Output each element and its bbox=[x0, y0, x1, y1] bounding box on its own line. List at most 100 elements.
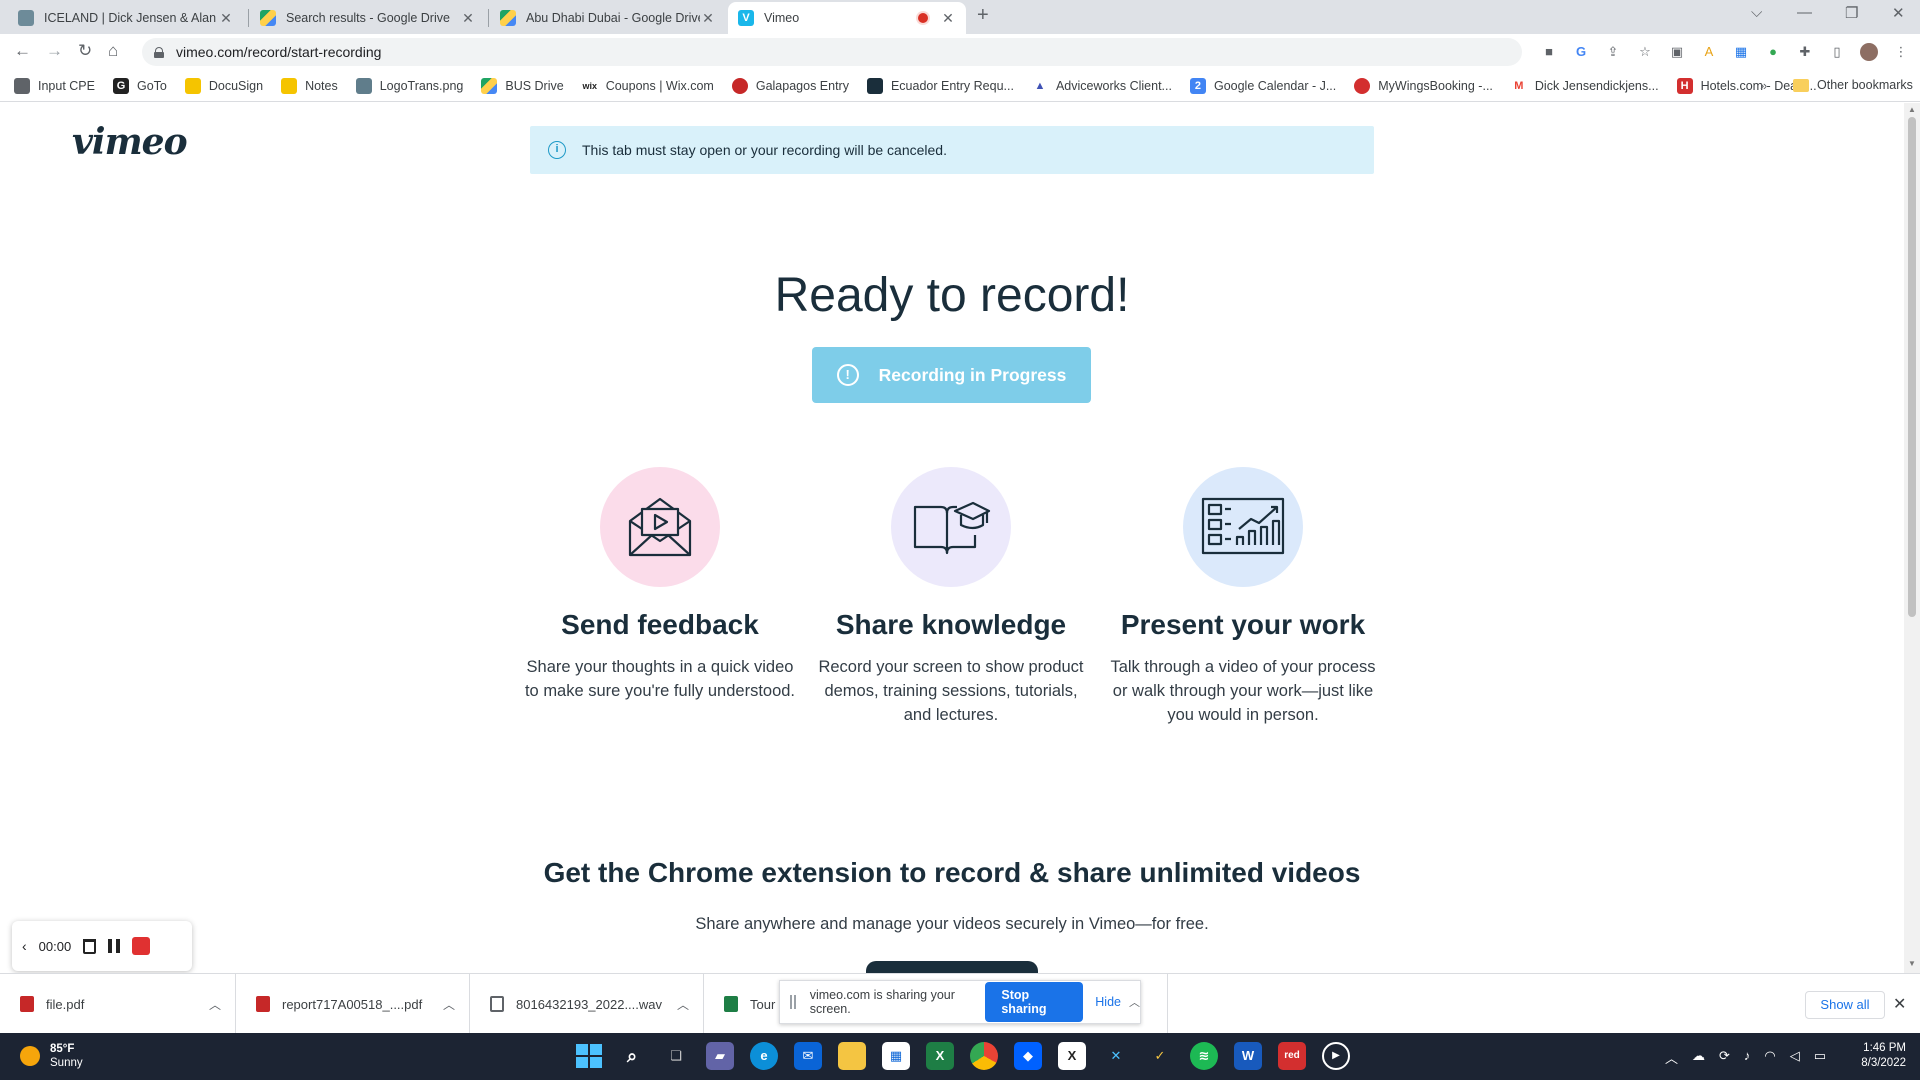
get-extension-button[interactable] bbox=[866, 961, 1038, 973]
stop-recording-icon[interactable] bbox=[132, 937, 151, 955]
close-icon[interactable]: ✕ bbox=[218, 10, 234, 27]
acrobat-icon[interactable]: A bbox=[1700, 43, 1718, 61]
info-icon: i bbox=[548, 141, 566, 159]
download-item[interactable]: 8016432193_2022....wav ︿ bbox=[470, 974, 704, 1034]
chevron-up-icon[interactable]: ︿ bbox=[429, 996, 469, 1013]
puzzle-icon[interactable]: ✚ bbox=[1796, 43, 1814, 61]
new-tab-plus-icon[interactable]: + bbox=[977, 4, 989, 27]
tray-chevron-icon[interactable]: ︿ bbox=[1665, 1048, 1678, 1067]
presentation-chart-icon bbox=[1201, 497, 1285, 555]
red-app-icon[interactable]: red bbox=[1278, 1042, 1306, 1070]
edge-icon[interactable]: e bbox=[750, 1042, 778, 1070]
battery-icon[interactable]: ▭ bbox=[1814, 1048, 1826, 1067]
star-icon[interactable]: ☆ bbox=[1636, 43, 1654, 61]
page-scrollbar[interactable]: ▲ ▼ bbox=[1904, 103, 1920, 973]
camera-icon[interactable]: ■ bbox=[1540, 43, 1558, 61]
sync-icon[interactable]: ⟳ bbox=[1719, 1048, 1730, 1067]
feature-share-knowledge: Share knowledge Record your screen to sh… bbox=[806, 467, 1096, 727]
stop-sharing-button[interactable]: Stop sharing bbox=[985, 982, 1084, 1022]
onedrive-icon[interactable]: ☁ bbox=[1692, 1048, 1705, 1067]
spotify-icon[interactable]: ≋ bbox=[1190, 1042, 1218, 1070]
bookmark-item[interactable]: 2 Google Calendar - J... bbox=[1189, 77, 1336, 94]
home-icon[interactable]: ⌂ bbox=[108, 41, 118, 61]
close-icon[interactable]: ✕ bbox=[700, 10, 716, 27]
side-panel-icon[interactable]: ▯ bbox=[1828, 43, 1846, 61]
microphone-icon[interactable]: ♪ bbox=[1744, 1048, 1751, 1067]
forward-arrow-icon[interactable]: → bbox=[46, 41, 63, 61]
weather-widget[interactable]: 85°F Sunny bbox=[20, 1042, 83, 1070]
profile-avatar-icon[interactable] bbox=[1860, 43, 1878, 61]
bookmark-item[interactable]: MyWingsBooking -... bbox=[1354, 77, 1493, 94]
close-icon[interactable]: ✕ bbox=[1893, 994, 1906, 1014]
store-icon[interactable]: ▦ bbox=[882, 1042, 910, 1070]
scroll-down-icon[interactable]: ▼ bbox=[1908, 959, 1916, 968]
media-player-icon[interactable]: ▶ bbox=[1322, 1042, 1350, 1070]
bookmark-item[interactable]: DocuSign bbox=[184, 77, 263, 94]
google-icon[interactable]: G bbox=[1572, 43, 1590, 61]
bookmark-item[interactable]: G GoTo bbox=[112, 77, 167, 94]
teams-chat-icon[interactable]: ▰ bbox=[706, 1042, 734, 1070]
collapse-chevron-icon[interactable]: ‹ bbox=[22, 938, 27, 954]
calendar-extension-icon[interactable]: ▦ bbox=[1732, 43, 1750, 61]
menu-kebab-icon[interactable]: ⋮ bbox=[1892, 43, 1910, 61]
share-icon[interactable]: ⇪ bbox=[1604, 43, 1622, 61]
recording-in-progress-button[interactable]: ! Recording in Progress bbox=[812, 347, 1091, 403]
chevron-up-icon[interactable]: ︿ bbox=[1129, 994, 1140, 1010]
bookmark-item[interactable]: wix Coupons | Wix.com bbox=[581, 77, 714, 94]
vimeo-logo[interactable]: vimeo bbox=[72, 121, 188, 163]
bookmark-item[interactable]: Input CPE bbox=[14, 77, 95, 94]
other-bookmarks[interactable]: Other bookmarks bbox=[1793, 78, 1913, 92]
tab-drive-search[interactable]: Search results - Google Drive ✕ bbox=[250, 2, 486, 34]
windows-start-icon[interactable] bbox=[574, 1042, 602, 1070]
address-bar[interactable]: vimeo.com/record/start-recording bbox=[142, 38, 1522, 66]
reload-icon[interactable]: ↻ bbox=[78, 41, 92, 61]
mail-icon[interactable]: ✉ bbox=[794, 1042, 822, 1070]
bookmarks-overflow-icon[interactable]: » bbox=[1760, 78, 1767, 93]
scroll-thumb[interactable] bbox=[1908, 117, 1916, 617]
bookmark-item[interactable]: Notes bbox=[281, 77, 338, 94]
lock-icon[interactable] bbox=[154, 46, 164, 58]
file-explorer-icon[interactable] bbox=[838, 1042, 866, 1070]
bookmark-item[interactable]: Galapagos Entry bbox=[731, 77, 849, 94]
task-view-icon[interactable]: ❏ bbox=[662, 1042, 690, 1070]
hide-button[interactable]: Hide bbox=[1095, 995, 1121, 1009]
bookmark-item[interactable]: LogoTrans.png bbox=[355, 77, 463, 94]
bookmark-item[interactable]: M Dick Jensendickjens... bbox=[1510, 77, 1659, 94]
download-item[interactable]: report717A00518_....pdf ︿ bbox=[236, 974, 470, 1034]
drag-handle-icon[interactable] bbox=[790, 995, 796, 1009]
close-icon[interactable]: ✕ bbox=[940, 10, 956, 27]
taskbar-clock[interactable]: 1:46 PM 8/3/2022 bbox=[1850, 1041, 1906, 1071]
dropbox-icon[interactable]: ◆ bbox=[1014, 1042, 1042, 1070]
word-icon[interactable]: W bbox=[1234, 1042, 1262, 1070]
close-icon[interactable]: ✕ bbox=[460, 10, 476, 27]
xodo-icon[interactable]: X bbox=[1058, 1042, 1086, 1070]
bookmark-item[interactable]: BUS Drive bbox=[481, 77, 564, 94]
page-title: Ready to record! bbox=[774, 269, 1130, 322]
green-extension-icon[interactable]: ● bbox=[1764, 43, 1782, 61]
excel-icon[interactable]: X bbox=[926, 1042, 954, 1070]
bookmark-item[interactable]: Ecuador Entry Requ... bbox=[866, 77, 1014, 94]
window-close-icon[interactable]: ✕ bbox=[1892, 4, 1905, 22]
back-arrow-icon[interactable]: ← bbox=[14, 41, 31, 61]
volume-icon[interactable]: ◁ bbox=[1790, 1048, 1800, 1067]
pause-icon[interactable] bbox=[108, 939, 121, 953]
bookmark-item[interactable]: ▲ Adviceworks Client... bbox=[1031, 77, 1172, 94]
minimize-icon[interactable]: — bbox=[1797, 4, 1812, 21]
tab-drive-abu-dhabi[interactable]: Abu Dhabi Dubai - Google Drive ✕ bbox=[490, 2, 726, 34]
tab-search-chevron-icon[interactable]: ⌵ bbox=[1751, 4, 1762, 21]
chevron-up-icon[interactable]: ︿ bbox=[663, 996, 703, 1013]
tab-iceland[interactable]: ICELAND | Dick Jensen & Alan M ✕ bbox=[8, 2, 244, 34]
search-icon[interactable]: ⌕ bbox=[618, 1042, 646, 1070]
trash-icon[interactable] bbox=[83, 938, 97, 954]
download-item[interactable]: file.pdf ︿ bbox=[0, 974, 236, 1034]
extension-app-icon[interactable]: ▣ bbox=[1668, 43, 1686, 61]
tool-icon[interactable]: ✕ bbox=[1102, 1042, 1130, 1070]
scroll-up-icon[interactable]: ▲ bbox=[1908, 105, 1916, 114]
check-app-icon[interactable]: ✓ bbox=[1146, 1042, 1174, 1070]
chevron-up-icon[interactable]: ︿ bbox=[195, 996, 235, 1013]
restore-icon[interactable]: ❐ bbox=[1845, 4, 1858, 22]
tab-vimeo[interactable]: V Vimeo ✕ bbox=[728, 2, 966, 34]
show-all-button[interactable]: Show all bbox=[1805, 991, 1885, 1019]
chrome-icon[interactable] bbox=[970, 1042, 998, 1070]
wifi-icon[interactable]: ◠ bbox=[1764, 1048, 1775, 1067]
